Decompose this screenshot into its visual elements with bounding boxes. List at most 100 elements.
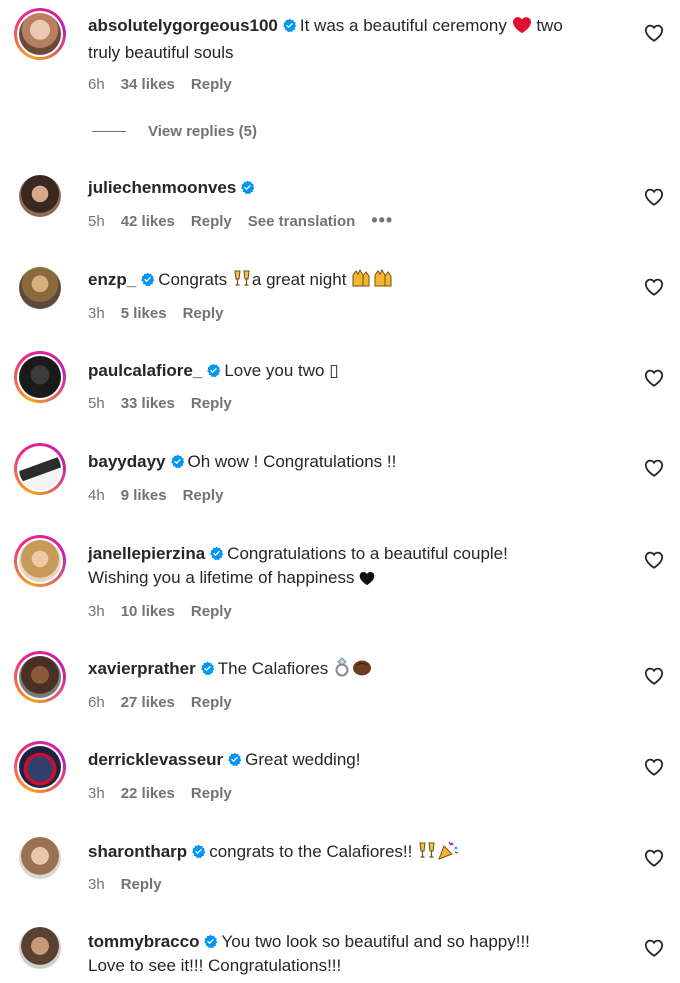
avatar[interactable]	[14, 351, 66, 403]
likes-count[interactable]: 27 likes	[121, 694, 175, 711]
likes-count[interactable]: 34 likes	[121, 76, 175, 93]
more-options-icon[interactable]: •••	[371, 211, 393, 229]
username[interactable]: tommybracco	[88, 932, 199, 951]
reply-button[interactable]: Reply	[191, 213, 232, 230]
raising-hands-icon	[351, 268, 395, 295]
username[interactable]: paulcalafiore_	[88, 361, 202, 380]
heart-outline-icon[interactable]	[644, 459, 664, 477]
avatar[interactable]	[14, 832, 66, 884]
comment-text: Love to see it!!! Congratulations!!!	[88, 956, 342, 975]
verified-badge-icon	[191, 844, 206, 859]
verified-badge-icon	[203, 934, 218, 949]
avatar[interactable]	[14, 922, 66, 974]
heart-outline-icon[interactable]	[644, 188, 664, 206]
comment-meta: 4h 9 likes Reply	[88, 487, 223, 504]
comment-body: bayydayy Oh wow ! Congratulations !!	[88, 450, 628, 474]
party-popper-icon	[437, 840, 459, 867]
timestamp[interactable]: 6h	[88, 76, 105, 93]
comment-meta: 3h 22 likes Reply	[88, 785, 232, 802]
comment-body: absolutelygorgeous100 It was a beautiful …	[88, 14, 628, 65]
comment-meta: 3h 5 likes Reply	[88, 305, 223, 322]
comment-meta: 5h 42 likes Reply See translation •••	[88, 211, 393, 231]
comment-text: Congrats	[158, 270, 228, 289]
comment-text: congrats to the Calafiores!!	[209, 842, 413, 861]
heart-outline-icon[interactable]	[644, 24, 664, 42]
avatar[interactable]	[14, 651, 66, 703]
reply-button[interactable]: Reply	[183, 305, 224, 322]
reply-button[interactable]: Reply	[191, 785, 232, 802]
comment-body: enzp_ Congrats a great night	[88, 268, 628, 295]
timestamp[interactable]: 3h	[88, 876, 105, 893]
comment-body: sharontharp congrats to the Calafiores!!	[88, 840, 628, 867]
view-replies-label: View replies (5)	[148, 123, 257, 140]
comment-body: derricklevasseur Great wedding!	[88, 748, 628, 772]
see-translation-button[interactable]: See translation	[248, 213, 356, 230]
divider-line	[92, 131, 126, 132]
heart-outline-icon[interactable]	[644, 849, 664, 867]
ring-icon	[333, 657, 351, 684]
likes-count[interactable]: 5 likes	[121, 305, 167, 322]
username[interactable]: enzp_	[88, 270, 136, 289]
comment-body: tommybracco You two look so beautiful and…	[88, 930, 628, 978]
timestamp[interactable]: 3h	[88, 785, 105, 802]
comment-body: juliechenmoonves	[88, 176, 628, 200]
avatar[interactable]	[14, 535, 66, 587]
reply-button[interactable]: Reply	[121, 876, 162, 893]
comment-text: The Calafiores	[217, 659, 329, 678]
timestamp[interactable]: 5h	[88, 213, 105, 230]
reply-button[interactable]: Reply	[191, 694, 232, 711]
heart-outline-icon[interactable]	[644, 369, 664, 387]
verified-badge-icon	[140, 272, 155, 287]
username[interactable]: absolutelygorgeous100	[88, 16, 278, 35]
timestamp[interactable]: 6h	[88, 694, 105, 711]
heart-outline-icon[interactable]	[644, 667, 664, 685]
comment-text: Love you two ▯	[224, 361, 339, 380]
comment-text: You two look so beautiful and so happy!!…	[221, 932, 530, 951]
comment-body: janellepierzina Congratulations to a beau…	[88, 542, 628, 593]
verified-badge-icon	[209, 546, 224, 561]
reply-button[interactable]: Reply	[191, 395, 232, 412]
view-replies-button[interactable]: View replies (5)	[92, 123, 257, 140]
comment-meta: 6h 34 likes Reply	[88, 76, 232, 93]
comment-body: xavierprather The Calafiores	[88, 657, 628, 684]
comment-text: Great wedding!	[245, 750, 361, 769]
username[interactable]: bayydayy	[88, 452, 166, 471]
reply-button[interactable]: Reply	[191, 76, 232, 93]
likes-count[interactable]: 22 likes	[121, 785, 175, 802]
avatar[interactable]	[14, 741, 66, 793]
timestamp[interactable]: 5h	[88, 395, 105, 412]
username[interactable]: xavierprather	[88, 659, 196, 678]
heart-outline-icon[interactable]	[644, 758, 664, 776]
avatar[interactable]	[14, 262, 66, 314]
comment-meta: 3h Reply	[88, 876, 162, 893]
username[interactable]: sharontharp	[88, 842, 187, 861]
reply-button[interactable]: Reply	[183, 487, 224, 504]
username[interactable]: janellepierzina	[88, 544, 205, 563]
heart-outline-icon[interactable]	[644, 551, 664, 569]
comment-meta: 6h 27 likes Reply	[88, 694, 232, 711]
likes-count[interactable]: 10 likes	[121, 603, 175, 620]
timestamp[interactable]: 4h	[88, 487, 105, 504]
comment-text: It was a beautiful ceremony	[299, 16, 507, 35]
fist-icon	[351, 657, 373, 684]
heart-outline-icon[interactable]	[644, 939, 664, 957]
comment-meta: 3h 10 likes Reply	[88, 603, 232, 620]
comment-text: Congratulations to a beautiful couple!	[227, 544, 508, 563]
likes-count[interactable]: 42 likes	[121, 213, 175, 230]
heart-outline-icon[interactable]	[644, 278, 664, 296]
likes-count[interactable]: 9 likes	[121, 487, 167, 504]
verified-badge-icon	[206, 363, 221, 378]
avatar[interactable]	[14, 443, 66, 495]
likes-count[interactable]: 33 likes	[121, 395, 175, 412]
username[interactable]: derricklevasseur	[88, 750, 223, 769]
avatar[interactable]	[14, 8, 66, 60]
comment-text: Wishing you a lifetime of happiness	[88, 568, 355, 587]
comment-text: a great night	[251, 270, 347, 289]
username[interactable]: juliechenmoonves	[88, 178, 236, 197]
reply-button[interactable]: Reply	[191, 603, 232, 620]
timestamp[interactable]: 3h	[88, 305, 105, 322]
timestamp[interactable]: 3h	[88, 603, 105, 620]
avatar[interactable]	[14, 170, 66, 222]
comment-text: two	[536, 16, 563, 35]
verified-badge-icon	[282, 18, 297, 33]
